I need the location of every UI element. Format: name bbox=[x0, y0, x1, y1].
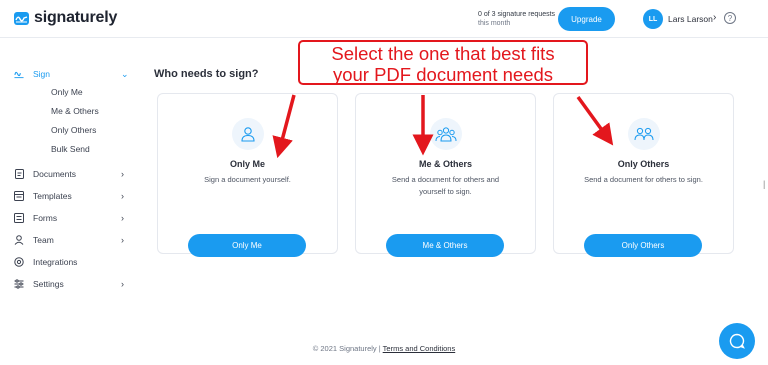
arrow-to-only-others bbox=[576, 95, 614, 146]
cursor-mark: | bbox=[763, 179, 766, 189]
footer: © 2021 Signaturely | Terms and Condition… bbox=[0, 344, 768, 353]
arrow-to-only-me bbox=[272, 94, 296, 159]
chat-button[interactable] bbox=[719, 323, 755, 359]
annotation-arrows bbox=[272, 94, 614, 159]
copyright-text: © 2021 Signaturely | bbox=[312, 344, 381, 353]
chat-icon bbox=[729, 333, 745, 349]
terms-link[interactable]: Terms and Conditions bbox=[383, 344, 456, 353]
